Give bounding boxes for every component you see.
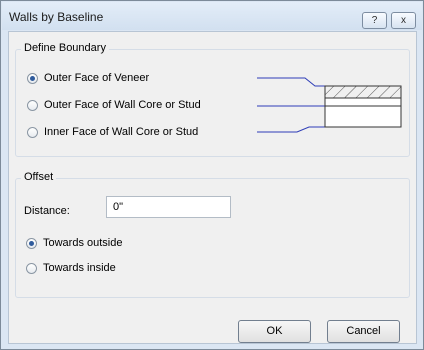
wall-layer-diagram (257, 77, 402, 133)
radio-label: Towards inside (43, 262, 116, 274)
define-boundary-title: Define Boundary (21, 42, 109, 54)
radio-outer-face-veneer[interactable]: Outer Face of Veneer (27, 70, 149, 86)
radio-label: Towards outside (43, 237, 123, 249)
radio-button-selected[interactable] (26, 237, 37, 249)
radio-button[interactable] (27, 99, 38, 111)
radio-label: Inner Face of Wall Core or Stud (44, 126, 199, 138)
ok-button[interactable]: OK (238, 320, 311, 343)
radio-inner-face-core[interactable]: Inner Face of Wall Core or Stud (27, 124, 198, 140)
dialog-body: Define Boundary Outer Face of Veneer Out… (8, 31, 417, 344)
radio-button-selected[interactable] (27, 72, 38, 84)
radio-button[interactable] (26, 262, 37, 274)
distance-input[interactable]: 0" (106, 196, 231, 218)
radio-towards-outside[interactable]: Towards outside (26, 235, 123, 251)
offset-title: Offset (21, 171, 57, 183)
radio-label: Outer Face of Wall Core or Stud (44, 99, 201, 111)
radio-outer-face-core[interactable]: Outer Face of Wall Core or Stud (27, 97, 201, 113)
help-button[interactable]: ? (362, 12, 387, 29)
distance-label: Distance: (24, 205, 70, 217)
dialog-frame: Walls by Baseline ? x Define Boundary Ou… (0, 0, 424, 350)
radio-button[interactable] (27, 126, 38, 138)
radio-label: Outer Face of Veneer (44, 72, 150, 84)
close-button[interactable]: x (391, 12, 416, 29)
define-boundary-group: Define Boundary Outer Face of Veneer Out… (15, 42, 410, 157)
dialog-title: Walls by Baseline (9, 10, 104, 24)
radio-towards-inside[interactable]: Towards inside (26, 260, 116, 276)
title-bar: Walls by Baseline ? x (2, 2, 422, 30)
cancel-button[interactable]: Cancel (327, 320, 400, 343)
